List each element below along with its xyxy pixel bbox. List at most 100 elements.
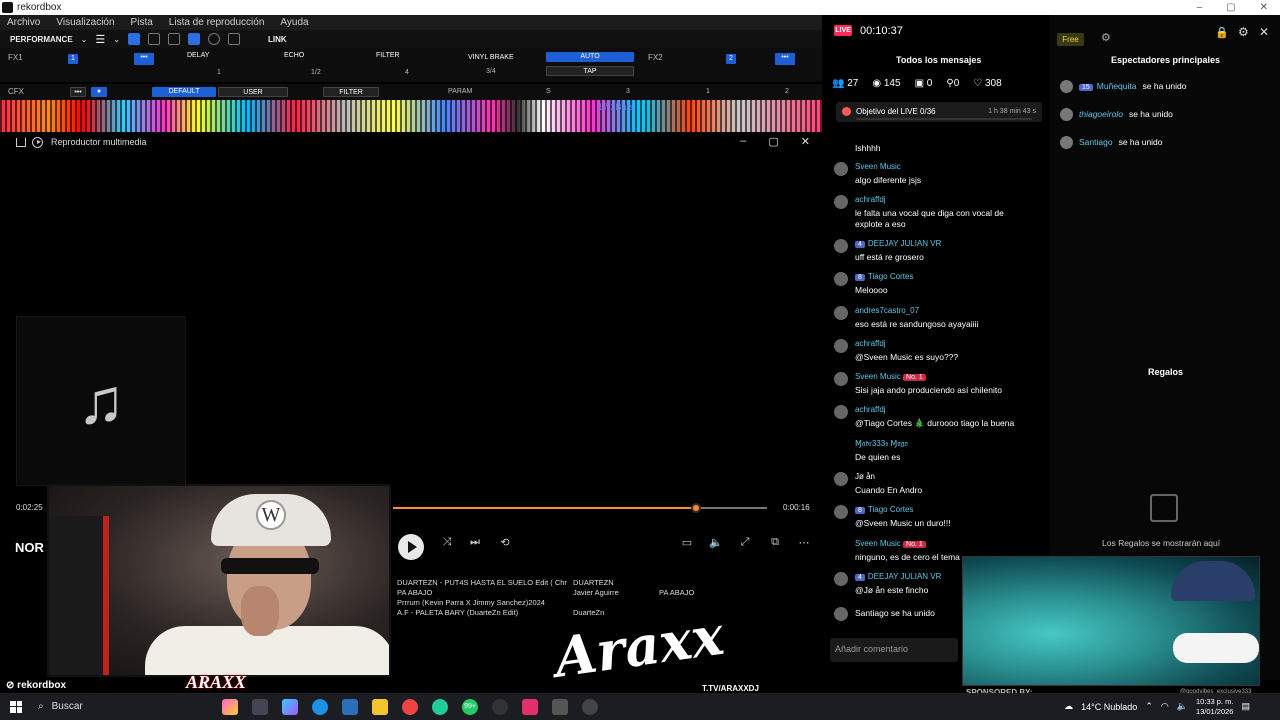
chat-username[interactable]: achraffdj [855, 405, 886, 414]
cfx-default[interactable]: DEFAULT [152, 87, 216, 97]
player-maximize-button[interactable]: ▢ [768, 135, 778, 148]
maximize-button[interactable]: ▢ [1226, 2, 1235, 13]
fx1-more-icon[interactable]: ••• [134, 53, 154, 65]
fx1-delay[interactable]: DELAY [187, 52, 209, 59]
chat-username[interactable]: Sveen Music [855, 162, 901, 171]
fx1-deck-1[interactable]: 1 [68, 54, 78, 64]
notifications-icon[interactable]: ▤ [1241, 701, 1250, 712]
whatsapp-icon[interactable]: 99+ [462, 698, 478, 715]
player-close-button[interactable]: ✕ [801, 135, 810, 148]
avatar[interactable] [834, 306, 848, 320]
chevron-down-icon[interactable]: ⌄ [81, 35, 88, 44]
chat-username[interactable]: 4 DEEJAY JULIAN VR [855, 239, 941, 248]
tab-all-messages[interactable]: Todos los mensajes [896, 55, 981, 65]
fx1-filter[interactable]: FILTER [376, 52, 400, 59]
windows-start-icon[interactable] [10, 700, 22, 713]
avatar[interactable] [834, 572, 848, 586]
rekordbox-app-icon[interactable] [492, 698, 508, 715]
gear-icon[interactable]: ⚙ [1238, 25, 1249, 39]
lock-icon[interactable]: 🔒 [1215, 26, 1229, 39]
vinyl-brake[interactable]: VINYL BRAKE [468, 54, 514, 61]
menu-visualizacion[interactable]: Visualización [56, 17, 114, 28]
chevron-down-icon[interactable]: ⌄ [113, 35, 120, 44]
chrome-icon[interactable] [402, 698, 418, 715]
grid-icon[interactable] [167, 33, 180, 45]
cfx-filter[interactable]: FILTER [323, 87, 379, 97]
volume-icon[interactable]: 🔈 [707, 536, 725, 549]
avatar[interactable] [834, 272, 848, 286]
mode-select[interactable]: PERFORMANCE [10, 35, 73, 44]
split-icon[interactable] [147, 33, 160, 45]
chat-username[interactable]: andres7castro_07 [855, 306, 919, 315]
chat-username[interactable]: Sveen Music No. 1 [855, 539, 929, 548]
seek-bar[interactable] [393, 503, 767, 513]
avatar[interactable] [834, 372, 848, 386]
layout-icon[interactable] [127, 33, 140, 45]
avatar[interactable] [834, 162, 848, 176]
folder-icon[interactable] [372, 698, 388, 715]
close-icon[interactable]: ✕ [1259, 25, 1269, 39]
settings-icon[interactable]: ⚙ [1101, 31, 1111, 44]
comment-input[interactable]: Añadir comentario [830, 638, 958, 662]
next-icon[interactable]: ⏭ [466, 536, 484, 549]
tiktok-live-icon[interactable] [522, 698, 538, 715]
viewer-entry[interactable]: thiagoeirolo se ha unido [1060, 108, 1173, 121]
wifi-icon[interactable]: ◠ [1161, 701, 1169, 712]
chat-username[interactable]: 4 DEEJAY JULIAN VR [855, 572, 941, 581]
minimize-button[interactable]: – [1197, 2, 1203, 13]
sampler-icon[interactable] [227, 33, 240, 45]
taskbar-search[interactable]: ⌕ Buscar [38, 696, 208, 718]
chat-username[interactable]: 8 Tiago Cortes [855, 505, 913, 514]
fx2-more-icon[interactable]: ••• [775, 53, 795, 65]
media-player-taskbar-icon[interactable] [582, 698, 598, 715]
cast-icon[interactable]: ⧉ [766, 536, 784, 549]
chat-username[interactable]: Ɱ𝔞𝔡𝔯333𝔰 Ɱ𝔞𝔤𝔬 [855, 439, 908, 449]
chat-username[interactable]: achraffdj [855, 339, 886, 348]
tab-top-viewers[interactable]: Espectadores principales [1111, 55, 1220, 65]
auto-button[interactable]: AUTO [546, 52, 634, 62]
chrome-profile-icon[interactable] [432, 698, 448, 715]
viewer-entry[interactable]: Santiago se ha unido [1060, 136, 1163, 149]
close-button[interactable]: ✕ [1260, 2, 1268, 13]
menu-lista-reproduccion[interactable]: Lista de reproducción [169, 17, 265, 28]
avatar[interactable] [834, 439, 848, 453]
obs-icon[interactable] [552, 698, 568, 715]
tray-chevron-icon[interactable]: ⌃ [1145, 701, 1153, 712]
store-icon[interactable] [342, 698, 358, 715]
widgets-icon[interactable] [222, 698, 238, 715]
cfx-toggle[interactable]: ● [91, 87, 107, 97]
cfx-user[interactable]: USER [218, 87, 288, 97]
weather[interactable]: 14°C Nublado [1081, 702, 1137, 712]
avatar[interactable] [834, 195, 848, 209]
avatar[interactable] [834, 339, 848, 353]
clock[interactable]: 10:33 p. m. 13/01/2026 [1196, 697, 1234, 717]
edge-icon[interactable] [312, 698, 328, 715]
avatar[interactable] [834, 607, 848, 621]
player-minimize-button[interactable]: – [740, 135, 746, 148]
menu-archivo[interactable]: Archivo [7, 17, 40, 28]
repeat-off-icon[interactable]: ⟲ [496, 536, 514, 549]
shuffle-icon[interactable]: ⤨ [438, 536, 456, 549]
menu-pista[interactable]: Pista [131, 17, 153, 28]
seek-knob[interactable] [690, 503, 701, 513]
fx2-deck-2[interactable]: 2 [726, 54, 736, 64]
fullscreen-icon[interactable]: ⤢ [736, 536, 754, 549]
overview-waveform[interactable]: 17.2Bars [0, 100, 822, 132]
chat-username[interactable]: Sveen Music No. 1 [855, 372, 929, 381]
viewer-entry[interactable]: 15 Muñequita se ha unido [1060, 80, 1186, 93]
avatar[interactable] [834, 472, 848, 486]
avatar[interactable] [834, 505, 848, 519]
tap-button[interactable]: TAP [546, 66, 634, 76]
copilot-icon[interactable] [282, 698, 298, 715]
home-icon[interactable] [16, 137, 26, 147]
play-button[interactable] [398, 534, 424, 560]
link-button[interactable]: LINK [268, 35, 287, 44]
avatar[interactable] [834, 239, 848, 253]
task-view-icon[interactable] [252, 698, 268, 715]
menu-icon[interactable]: ☰ [95, 33, 105, 46]
chat-username[interactable]: achraffdj [855, 195, 886, 204]
menu-ayuda[interactable]: Ayuda [280, 17, 308, 28]
record-icon[interactable] [207, 33, 220, 45]
cfx-more-icon[interactable]: ••• [70, 87, 86, 97]
live-goal[interactable]: Objetivo del LIVE 0/36 1 h 38 min 43 s [836, 102, 1042, 122]
